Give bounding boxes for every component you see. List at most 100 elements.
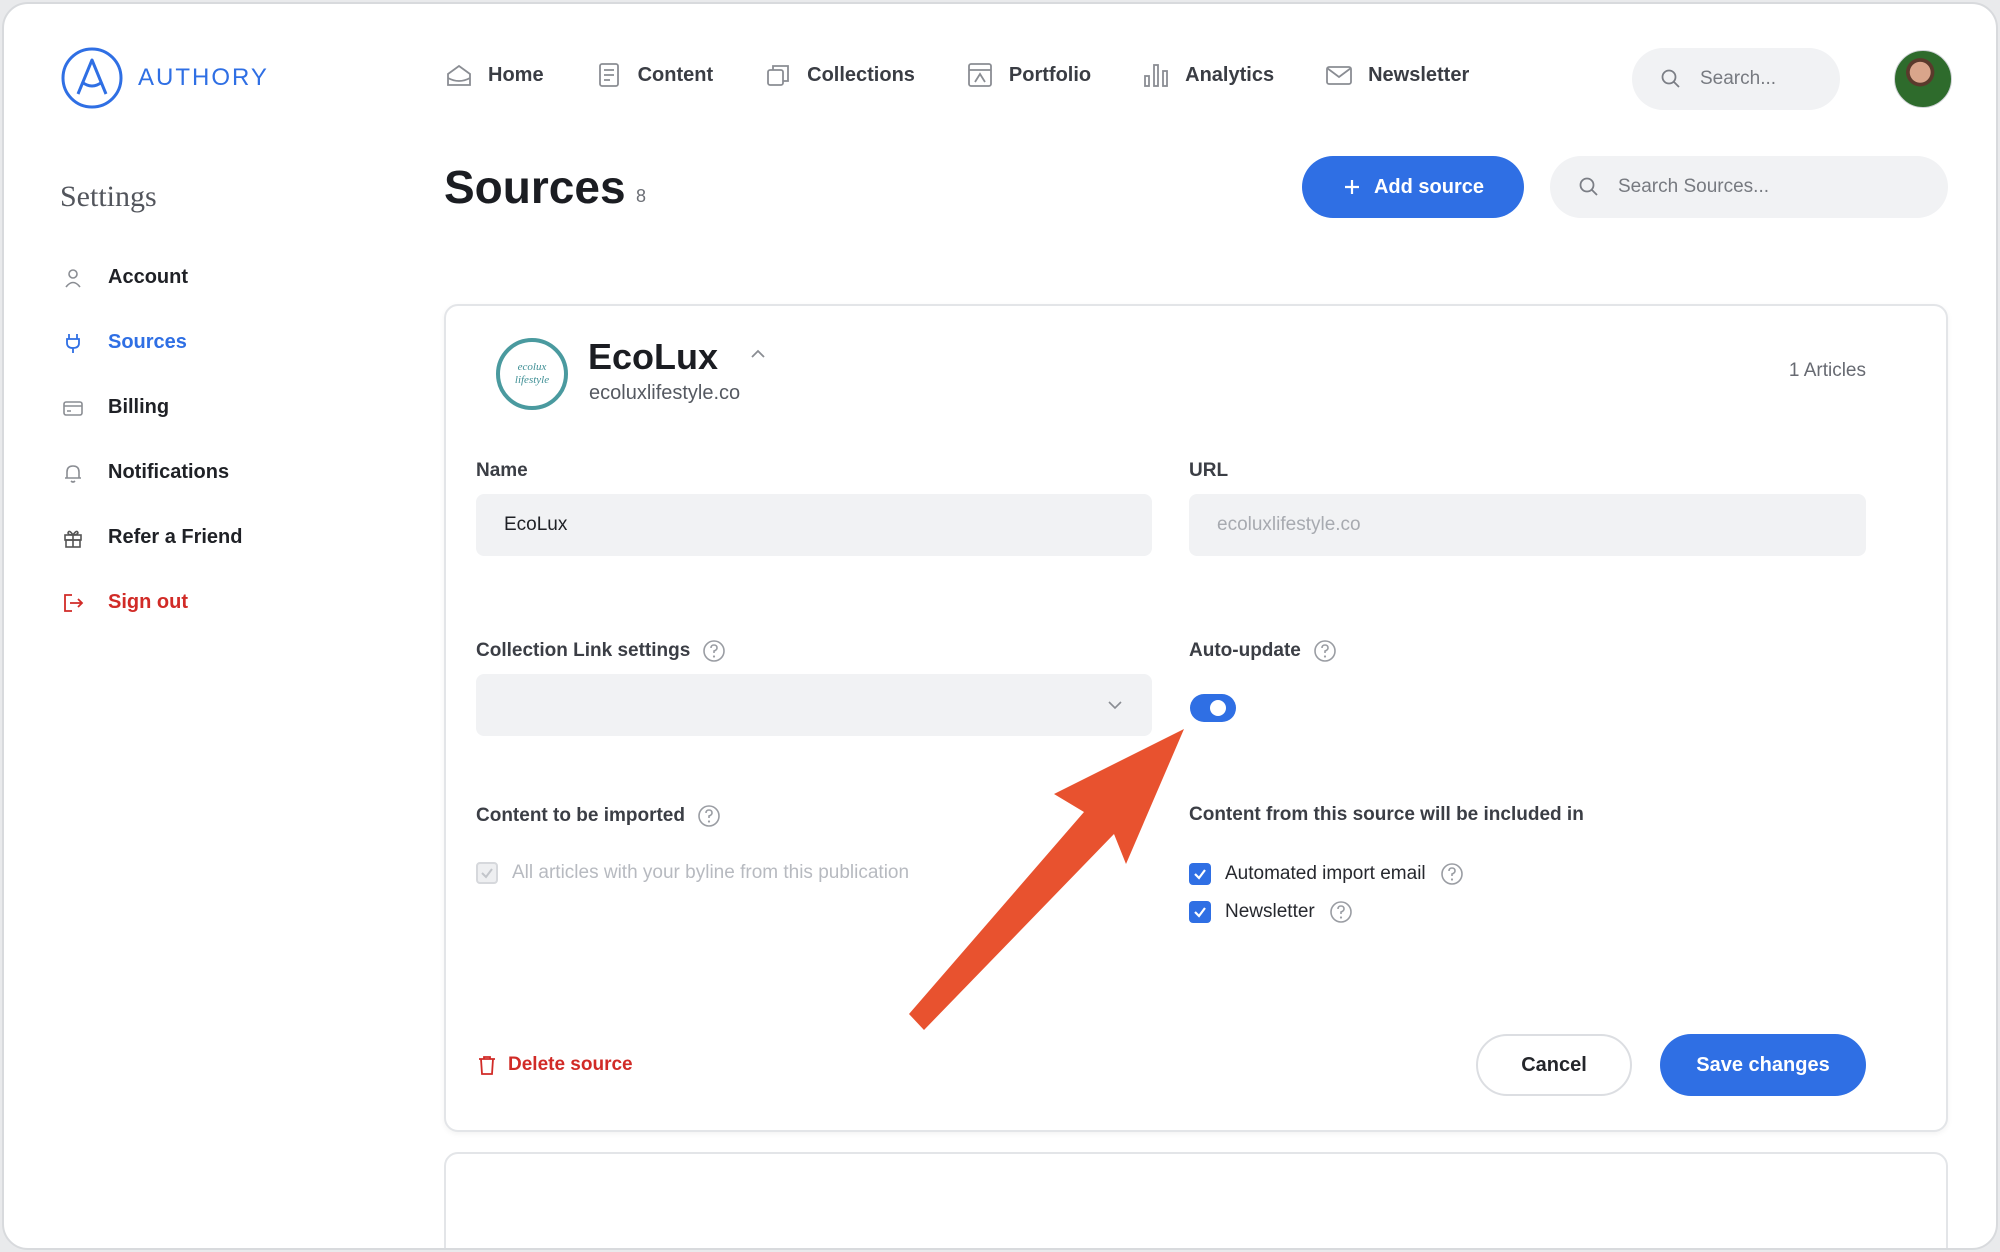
newsletter-row: Newsletter: [1189, 900, 1353, 924]
cancel-button[interactable]: Cancel: [1476, 1034, 1632, 1096]
nav-home[interactable]: Home: [444, 60, 544, 90]
url-field-label: URL: [1189, 460, 1228, 482]
gift-icon: [64, 530, 82, 548]
nav-content-label: Content: [637, 63, 714, 86]
bell-icon: [65, 464, 81, 483]
collection-link-select[interactable]: [476, 674, 1152, 736]
sidebar-item-sources[interactable]: Sources: [62, 331, 187, 354]
auto-update-label: Auto-update: [1189, 639, 1337, 663]
add-source-label: Add source: [1373, 175, 1485, 198]
included-in-label: Content from this source will be include…: [1189, 804, 1584, 826]
check-icon: [1194, 907, 1206, 918]
nav-collections[interactable]: Collections: [763, 60, 915, 90]
source-domain: ecoluxlifestyle.co: [589, 382, 741, 404]
brand-logo[interactable]: AUTHORY: [60, 46, 269, 110]
portfolio-icon: [968, 63, 992, 87]
nav-content[interactable]: Content: [594, 60, 714, 90]
sidebar-item-billing[interactable]: Billing: [62, 396, 169, 419]
content-imported-label: Content to be imported: [476, 804, 721, 828]
delete-source-button[interactable]: Delete source: [476, 1054, 633, 1076]
add-source-button[interactable]: Add source: [1302, 156, 1524, 218]
byline-checkbox: [476, 862, 498, 884]
help-icon[interactable]: [1313, 639, 1337, 663]
included-in-label-text: Content from this source will be include…: [1189, 804, 1584, 825]
logo-text-line-2: lifestyle: [515, 374, 549, 386]
source-logo: ecolux lifestyle: [496, 338, 568, 410]
sign-out-icon: [64, 593, 84, 612]
auto-update-label-text: Auto-update: [1189, 640, 1301, 661]
next-source-card: [444, 1152, 1948, 1248]
document-icon: [598, 63, 619, 87]
nav-analytics-label: Analytics: [1185, 63, 1275, 86]
automated-email-checkbox[interactable]: [1189, 863, 1211, 885]
app-window: AUTHORY Home Content Collections Portfol…: [2, 2, 1998, 1250]
collection-label-text: Collection Link settings: [476, 640, 691, 661]
sidebar-item-refer[interactable]: Refer a Friend: [62, 526, 242, 549]
help-icon[interactable]: [1329, 900, 1353, 924]
sidebar-item-account[interactable]: Account: [62, 266, 188, 289]
help-icon[interactable]: [1440, 862, 1464, 886]
search-icon: [1661, 69, 1680, 88]
sources-search-input[interactable]: [1618, 176, 1918, 198]
brand-name: AUTHORY: [138, 64, 269, 91]
collections-icon: [767, 65, 790, 86]
nav-home-label: Home: [488, 63, 544, 86]
global-search-input[interactable]: [1700, 68, 1820, 90]
check-icon: [481, 868, 493, 879]
sidebar-item-label: Account: [108, 266, 188, 288]
nav-portfolio-label: Portfolio: [1008, 63, 1092, 86]
mail-icon: [1326, 66, 1352, 85]
save-changes-button[interactable]: Save changes: [1660, 1034, 1866, 1096]
trash-icon: [479, 1056, 495, 1075]
global-search[interactable]: [1632, 48, 1840, 110]
credit-card-icon: [63, 400, 83, 416]
name-field-label: Name: [476, 460, 528, 482]
user-avatar[interactable]: [1894, 50, 1952, 108]
delete-source-label: Delete source: [508, 1054, 633, 1075]
user-icon: [65, 268, 81, 288]
source-card: ecolux lifestyle EcoLux ecoluxlifestyle.…: [444, 304, 1948, 1132]
authory-logo-icon: [61, 47, 123, 109]
url-input: [1189, 494, 1866, 556]
help-icon[interactable]: [697, 804, 721, 828]
sidebar-item-label: Sign out: [108, 591, 188, 613]
nav-newsletter-label: Newsletter: [1368, 63, 1470, 86]
sidebar-item-sign-out[interactable]: Sign out: [62, 591, 188, 614]
sidebar-title: Settings: [60, 180, 157, 213]
bar-chart-icon: [1144, 64, 1169, 87]
ecolux-logo-icon: ecolux lifestyle: [515, 361, 549, 386]
content-imported-label-text: Content to be imported: [476, 805, 685, 826]
sidebar-item-notifications[interactable]: Notifications: [62, 461, 229, 484]
content-option-row: All articles with your byline from this …: [476, 862, 909, 884]
page-title: Sources: [444, 161, 626, 213]
plus-icon: [1344, 180, 1359, 194]
toggle-knob: [1210, 700, 1226, 716]
name-label-text: Name: [476, 460, 528, 481]
sidebar-item-label: Refer a Friend: [108, 526, 243, 548]
automated-email-row: Automated import email: [1189, 862, 1464, 886]
top-navigation: Home Content Collections Portfolio Analy…: [444, 60, 1519, 90]
chevron-down-icon: [1108, 701, 1122, 710]
check-icon: [1194, 869, 1206, 880]
home-icon: [447, 64, 471, 86]
search-icon: [1579, 177, 1598, 196]
plug-icon: [66, 333, 80, 353]
byline-option-label: All articles with your byline from this …: [512, 862, 910, 883]
nav-newsletter[interactable]: Newsletter: [1324, 60, 1469, 90]
nav-analytics[interactable]: Analytics: [1141, 60, 1274, 90]
sidebar-item-label: Billing: [108, 396, 170, 418]
logo-text-line-1: ecolux: [518, 361, 547, 373]
sidebar-item-label: Notifications: [108, 461, 230, 483]
automated-email-label: Automated import email: [1225, 863, 1426, 884]
sources-search[interactable]: [1550, 156, 1948, 218]
sidebar-item-label: Sources: [108, 331, 187, 353]
newsletter-checkbox[interactable]: [1189, 901, 1211, 923]
source-article-count: 1 Articles: [1788, 360, 1866, 381]
source-name: EcoLux: [588, 336, 719, 377]
url-label-text: URL: [1189, 460, 1229, 481]
name-input[interactable]: [476, 494, 1152, 556]
auto-update-toggle[interactable]: [1190, 694, 1236, 722]
chevron-up-icon[interactable]: [748, 344, 768, 364]
nav-portfolio[interactable]: Portfolio: [965, 60, 1091, 90]
help-icon[interactable]: [702, 639, 726, 663]
